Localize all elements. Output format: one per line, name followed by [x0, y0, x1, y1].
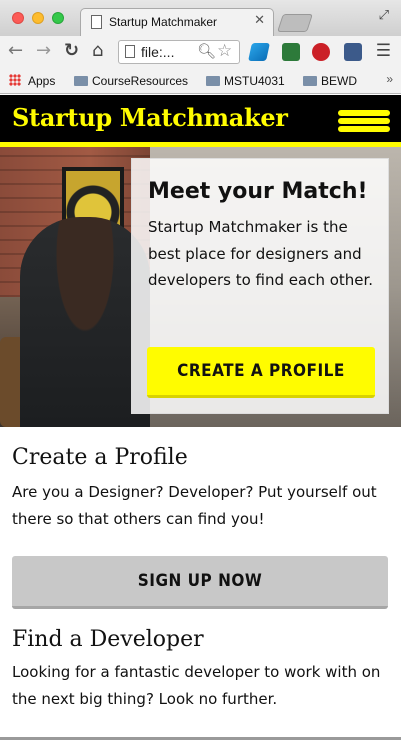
fullscreen-icon[interactable]: ⤢ [379, 8, 389, 23]
extension-icon[interactable] [248, 43, 270, 61]
new-tab-button[interactable] [277, 14, 313, 32]
folder-icon [303, 76, 317, 86]
star-icon[interactable]: ☆ [217, 41, 232, 61]
folder-icon [74, 76, 88, 86]
hero-heading: Meet your Match! [148, 179, 368, 204]
page-icon [91, 15, 102, 29]
bookmark-bewd[interactable]: BEWD [303, 74, 357, 88]
browser-toolbar: ← → ↻ ⌂ 🔍︎ ☆ ☰ [0, 36, 401, 68]
home-icon[interactable]: ⌂ [92, 41, 103, 61]
bookmark-label: MSTU4031 [224, 74, 285, 88]
zoom-icon[interactable]: 🔍︎ [197, 42, 216, 60]
address-input[interactable] [141, 43, 197, 61]
bookmark-label: BEWD [321, 74, 357, 88]
hamburger-menu-icon[interactable] [338, 110, 390, 132]
hero-card: Meet your Match! Startup Matchmaker is t… [131, 158, 389, 414]
camera-icon[interactable] [344, 43, 362, 61]
address-bar[interactable]: 🔍︎ ☆ [118, 40, 240, 64]
apps-icon [9, 74, 21, 86]
minimize-window-button[interactable] [32, 12, 44, 24]
create-profile-text: Are you a Designer? Developer? Put yours… [12, 483, 377, 528]
extension-icon[interactable] [282, 43, 300, 61]
create-profile-heading: Create a Profile [12, 445, 188, 470]
close-window-button[interactable] [12, 12, 24, 24]
pinterest-icon[interactable] [312, 43, 330, 61]
browser-tab[interactable]: Startup Matchmaker ✕ [80, 8, 274, 36]
bookmark-apps[interactable]: Apps [28, 74, 55, 88]
folder-icon [206, 76, 220, 86]
bookmark-label: CourseResources [92, 74, 189, 88]
page-icon [125, 45, 135, 58]
zoom-window-button[interactable] [52, 12, 64, 24]
reload-icon[interactable]: ↻ [64, 41, 79, 61]
forward-icon[interactable]: → [36, 41, 51, 61]
bookmark-mstu4031[interactable]: MSTU4031 [206, 74, 285, 88]
menu-icon[interactable]: ☰ [376, 41, 391, 61]
bookmark-courseresources[interactable]: CourseResources [74, 74, 188, 88]
bookmarks-bar: Apps CourseResources MSTU4031 BEWD » [0, 68, 401, 94]
tab-title: Startup Matchmaker [109, 15, 218, 29]
find-developer-heading: Find a Developer [12, 627, 204, 652]
bookmarks-overflow-icon[interactable]: » [386, 72, 393, 86]
site-header: Startup Matchmaker [0, 95, 401, 145]
back-icon[interactable]: ← [8, 41, 23, 61]
tab-close-icon[interactable]: ✕ [254, 13, 265, 28]
browser-titlebar: Startup Matchmaker ✕ ⤢ [0, 0, 401, 36]
site-title[interactable]: Startup Matchmaker [12, 103, 288, 132]
sign-up-button[interactable]: SIGN UP NOW [12, 556, 388, 609]
find-developer-text: Looking for a fantastic developer to wor… [12, 663, 381, 708]
hero-text: Startup Matchmaker is the best place for… [148, 218, 374, 289]
create-profile-button[interactable]: CREATE A PROFILE [147, 347, 375, 398]
